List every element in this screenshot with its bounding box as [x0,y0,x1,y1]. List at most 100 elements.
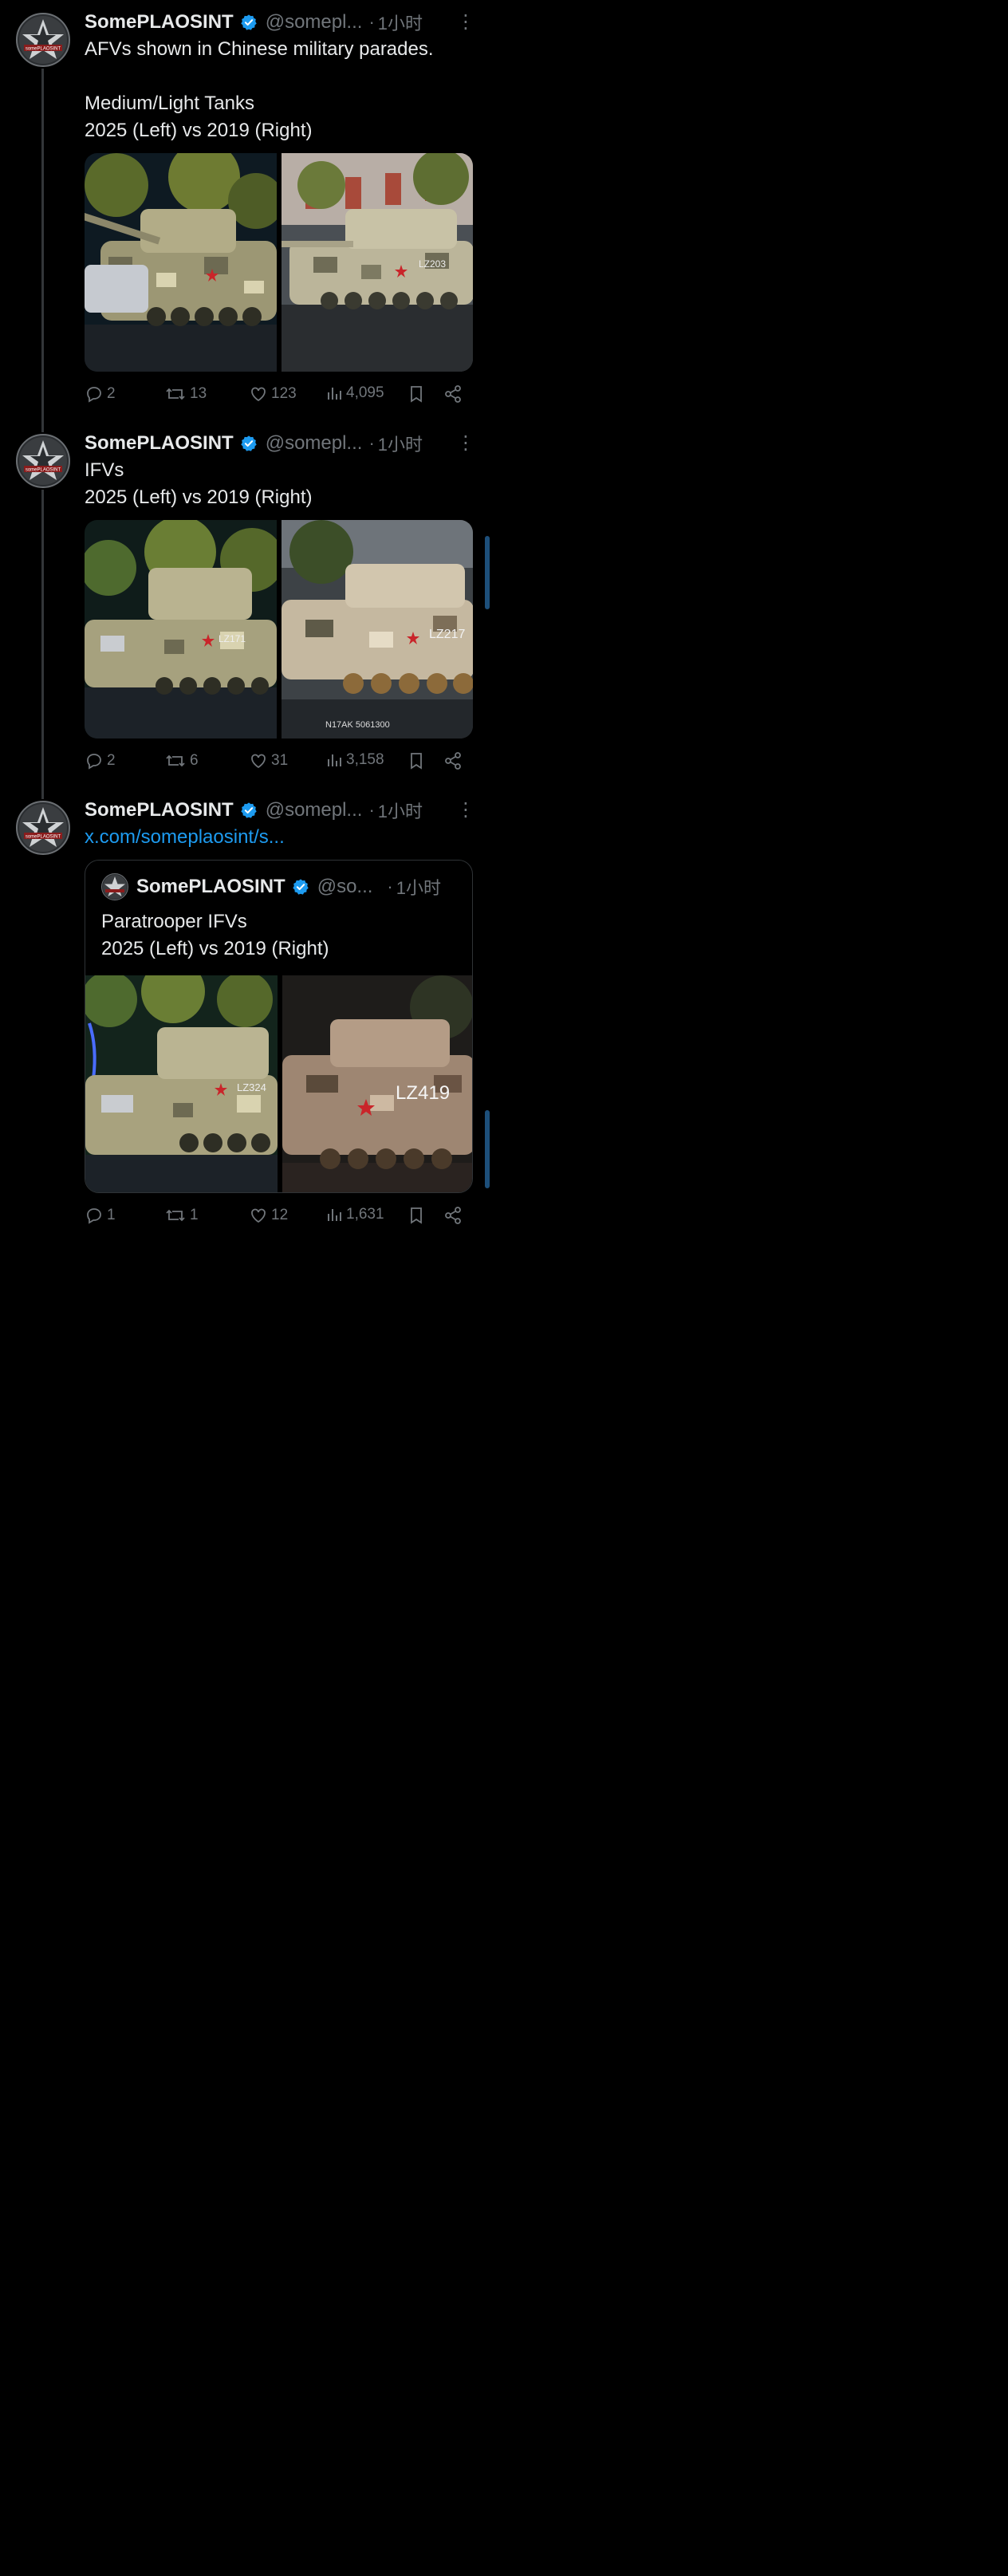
repost-button[interactable]: 1 [164,1206,199,1225]
verified-icon [240,435,257,451]
timestamp[interactable]: 1小时 [378,431,423,456]
media-grid[interactable]: LZ203 [85,153,473,372]
svg-text:LZ171: LZ171 [219,633,246,644]
media-image-left[interactable]: LZ324 [85,975,278,1192]
post-text: AFVs shown in Chinese military parades. … [85,38,434,141]
repost-count: 1 [190,1207,199,1223]
svg-text:somePLAOSINT: somePLAOSINT [26,835,61,840]
svg-text:LZ419: LZ419 [396,1082,450,1104]
display-name[interactable]: SomePLAOSINT [85,799,234,821]
action-bar: 2 6 31 3,158 [85,751,473,775]
quote-timestamp[interactable]: 1小时 [396,874,441,900]
reply-button[interactable]: 2 [85,384,116,404]
timestamp[interactable]: 1小时 [378,798,423,823]
repost-button[interactable]: 13 [164,384,207,404]
repost-icon [166,754,185,767]
post-header: SomePLAOSINT @somepl... · 1小时 ⋮ [85,10,475,35]
repost-count: 13 [190,385,207,402]
timestamp[interactable]: 1小时 [378,10,423,35]
share-button[interactable] [443,384,463,404]
reply-icon [87,1208,101,1224]
like-icon [251,387,266,402]
post[interactable]: somePLAOSINT SomePLAOSINT @somepl... · 1… [0,790,490,1251]
media-image-right[interactable]: LZ217 N17AK 5061300 [281,520,473,739]
quote-avatar[interactable] [101,873,128,900]
action-bar: 2 13 123 4,095 [85,384,473,408]
reply-icon [87,387,101,403]
like-button[interactable]: 12 [249,1206,288,1225]
repost-button[interactable]: 6 [164,751,199,770]
svg-text:N17AK 5061300: N17AK 5061300 [325,720,390,730]
verified-icon [292,879,309,895]
action-bar: 1 1 12 1,631 [85,1206,473,1230]
share-button[interactable] [443,1206,463,1225]
more-icon[interactable]: ⋮ [456,431,475,455]
scrollbar[interactable] [485,1110,490,1188]
svg-text:somePLAOSINT: somePLAOSINT [26,468,61,473]
bookmark-icon [411,386,422,403]
svg-text:LZ203: LZ203 [419,258,446,270]
reply-count: 1 [107,1207,116,1223]
separator-dot: · [368,800,375,820]
bookmark-icon [411,1207,422,1224]
quote-media-grid[interactable]: LZ324 LZ419 [85,975,472,1192]
views-count: 1,631 [346,1206,384,1223]
handle[interactable]: @somepl... [266,799,363,821]
views-button[interactable]: 1,631 [325,1206,384,1223]
post[interactable]: somePLAOSINT SomePLAOSINT @somepl... · 1… [0,0,490,423]
post[interactable]: somePLAOSINT SomePLAOSINT @somepl... · 1… [0,423,490,790]
bookmark-button[interactable] [408,1206,425,1225]
reply-button[interactable]: 1 [85,1206,116,1225]
like-button[interactable]: 123 [249,384,297,404]
post-link[interactable]: x.com/someplaosint/s... [85,824,285,851]
quote-header: SomePLAOSINT @so... · 1小时 [101,873,456,900]
views-button[interactable]: 3,158 [325,751,384,769]
quoted-post[interactable]: SomePLAOSINT @so... · 1小时 Paratrooper IF… [85,860,473,1193]
separator-dot: · [368,12,375,32]
views-icon [328,754,341,766]
share-icon [445,752,461,770]
like-button[interactable]: 31 [249,751,288,770]
media-grid[interactable]: LZ171 LZ217 N17AK 5061300 [85,520,473,739]
svg-text:LZ217: LZ217 [429,628,465,641]
more-icon[interactable]: ⋮ [456,798,475,821]
verified-icon [240,14,257,30]
media-image-right[interactable]: LZ203 [281,153,473,372]
reply-icon [87,754,101,770]
media-image-right[interactable]: LZ419 [282,975,472,1192]
separator-dot: · [368,433,375,453]
views-icon [328,1209,341,1221]
repost-count: 6 [190,752,199,769]
repost-icon [166,388,185,400]
bookmark-button[interactable] [408,384,425,404]
like-count: 123 [271,385,297,402]
display-name[interactable]: SomePLAOSINT [85,432,234,455]
avatar[interactable]: somePLAOSINT [16,801,70,855]
avatar[interactable]: somePLAOSINT [16,434,70,488]
post-header: SomePLAOSINT @somepl... · 1小时 ⋮ [85,798,475,823]
quote-text: Paratrooper IFVs 2025 (Left) vs 2019 (Ri… [101,911,329,959]
like-icon [251,1208,266,1223]
reply-button[interactable]: 2 [85,751,116,770]
avatar[interactable]: somePLAOSINT [16,13,70,67]
media-image-left[interactable]: LZ171 [85,520,277,739]
bookmark-button[interactable] [408,751,425,770]
views-count: 3,158 [346,751,384,768]
views-button[interactable]: 4,095 [325,384,384,402]
svg-text:LZ324: LZ324 [237,1081,266,1093]
share-button[interactable] [443,751,463,770]
handle[interactable]: @somepl... [266,11,363,33]
media-image-left[interactable] [85,153,277,372]
views-icon [328,388,341,400]
share-icon [445,1207,461,1224]
separator-dot: · [387,876,393,896]
handle[interactable]: @somepl... [266,432,363,455]
scrollbar[interactable] [485,536,490,609]
more-icon[interactable]: ⋮ [456,10,475,33]
svg-text:somePLAOSINT: somePLAOSINT [26,47,61,52]
verified-icon [240,802,257,818]
post-text: IFVs 2025 (Left) vs 2019 (Right) [85,459,313,508]
display-name[interactable]: SomePLAOSINT [85,11,234,33]
quote-handle[interactable]: @so... [317,876,373,898]
quote-display-name[interactable]: SomePLAOSINT [136,876,285,898]
